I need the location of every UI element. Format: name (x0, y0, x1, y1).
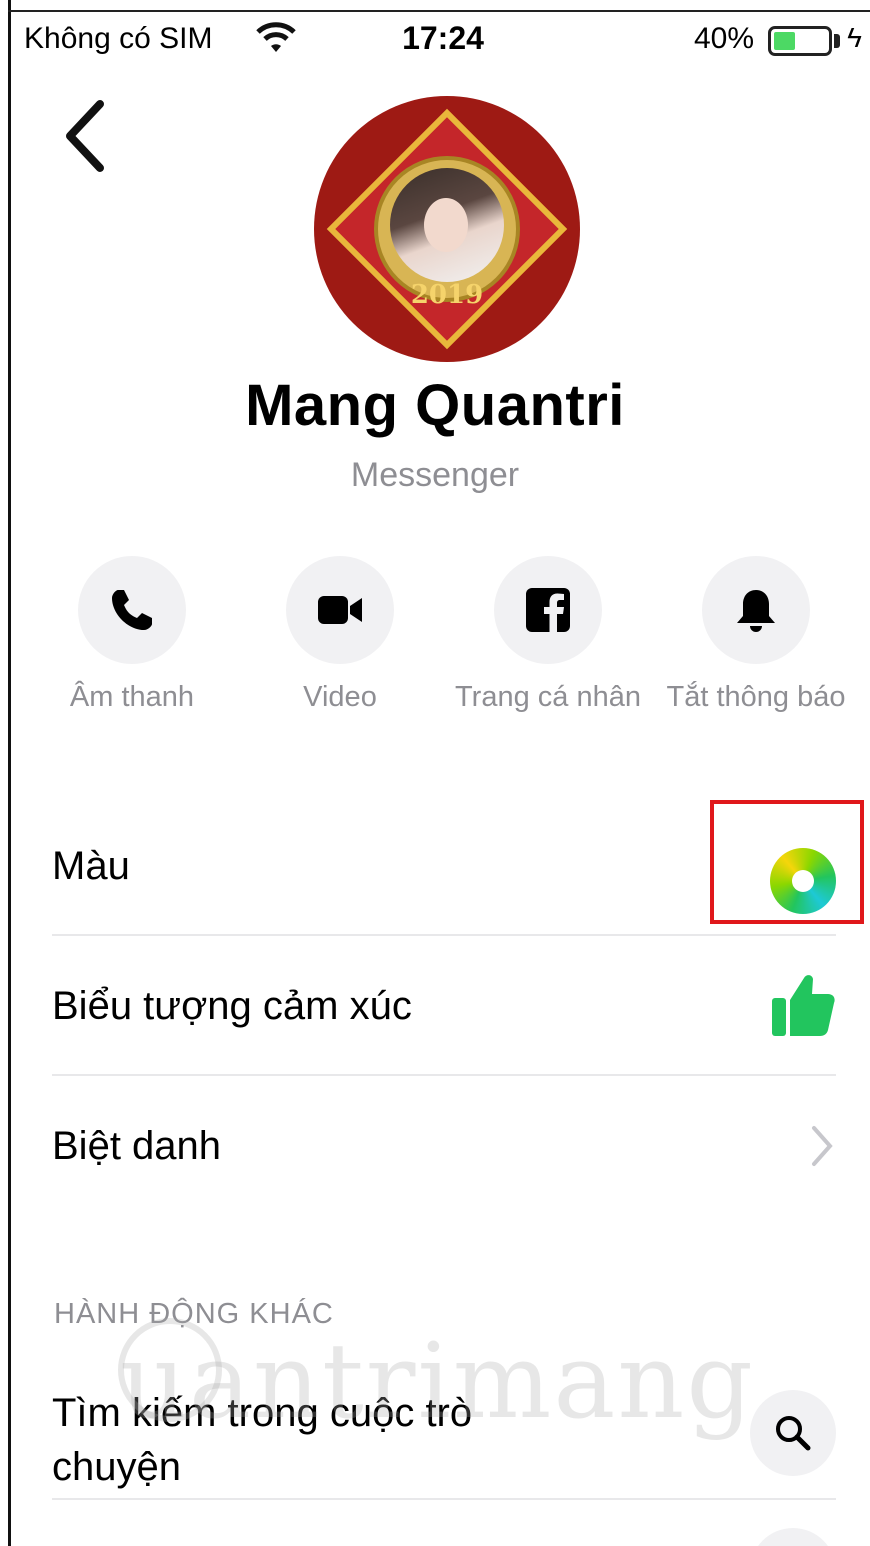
search-button[interactable] (750, 1390, 836, 1476)
video-call-button[interactable]: Video (240, 556, 440, 716)
section-header-more-actions: HÀNH ĐỘNG KHÁC (54, 1298, 334, 1330)
divider (52, 1074, 836, 1076)
emoji-row[interactable]: Biểu tượng cảm xúc (52, 940, 836, 1074)
video-camera-icon (318, 596, 362, 624)
avatar[interactable]: 2019 (314, 96, 580, 362)
avatar-photo (390, 168, 504, 282)
battery-percent: 40% (693, 22, 754, 55)
thumbs-up-icon (772, 975, 835, 1036)
profile-button[interactable]: Trang cá nhân (448, 556, 648, 716)
nickname-row[interactable]: Biệt danh (52, 1080, 836, 1214)
back-button[interactable] (56, 96, 116, 176)
next-row-icon-circle[interactable] (750, 1528, 836, 1546)
emoji-label: Biểu tượng cảm xúc (52, 984, 412, 1028)
search-conversation-label: Tìm kiếm trong cuộc trò chuyện (52, 1391, 473, 1489)
frame-border-left (8, 0, 11, 1546)
divider (52, 1498, 836, 1500)
charging-bolt-icon: ϟ (847, 22, 862, 53)
profile-subtitle: Messenger (350, 456, 520, 494)
battery-icon (768, 26, 832, 56)
battery-tip (834, 34, 840, 48)
highlight-annotation-box (710, 800, 864, 924)
phone-icon (112, 590, 152, 630)
profile-label: Trang cá nhân (455, 681, 641, 713)
bell-icon (737, 590, 775, 632)
status-bar: Không có SIM 17:24 40% ϟ (24, 14, 862, 62)
audio-call-label: Âm thanh (69, 681, 195, 713)
nickname-label: Biệt danh (52, 1124, 222, 1168)
search-icon (776, 1416, 811, 1451)
color-label: Màu (52, 844, 130, 888)
mute-notifications-button[interactable]: Tắt thông báo (656, 556, 856, 716)
search-conversation-row[interactable]: Tìm kiếm trong cuộc trò chuyện (52, 1372, 836, 1498)
chevron-right-icon (812, 1126, 833, 1166)
audio-call-button[interactable]: Âm thanh (32, 556, 232, 716)
mute-notifications-label: Tắt thông báo (666, 681, 846, 713)
avatar-year-text: 2019 (410, 280, 484, 310)
video-call-label: Video (303, 681, 377, 713)
facebook-icon (526, 588, 570, 632)
profile-name: Mang Quantri (245, 373, 625, 438)
divider (52, 934, 836, 936)
chevron-left-icon (66, 100, 104, 172)
frame-border-top (8, 10, 870, 12)
